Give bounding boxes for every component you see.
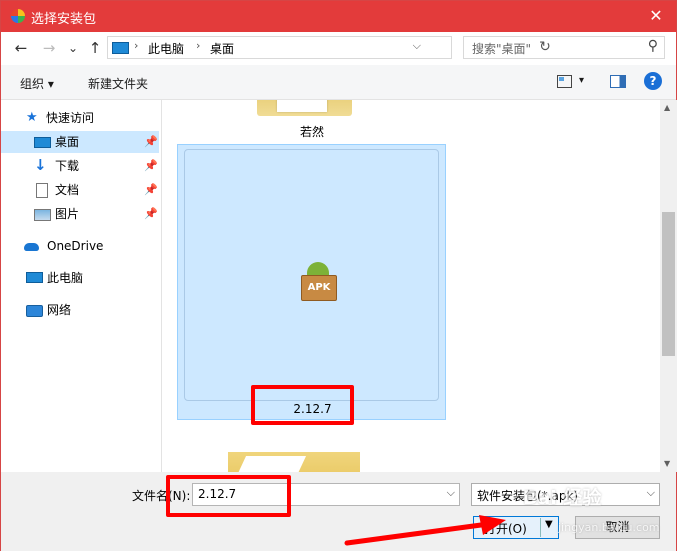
computer-icon	[112, 42, 129, 54]
up-arrow-icon[interactable]: ↑	[85, 38, 105, 58]
search-icon[interactable]: ⚲	[648, 38, 658, 54]
title-bar: 选择安装包 ✕	[1, 1, 676, 32]
sidebar-item-documents[interactable]: 文档 📌	[1, 179, 159, 201]
search-box[interactable]: 搜索"桌面" ⚲	[463, 36, 665, 59]
sidebar-item-label: 桌面	[55, 135, 80, 149]
navigation-bar: ← → ⌄ ↑ › 此电脑 › 桌面 ⌵ ↻ 搜索"桌面" ⚲	[1, 32, 676, 65]
breadcrumb-desktop[interactable]: 桌面	[210, 40, 234, 57]
file-type-dropdown-icon[interactable]: ⌵	[647, 486, 655, 500]
pin-icon[interactable]: 📌	[144, 131, 158, 153]
selected-file-tile[interactable]: APK 2.12.7	[177, 144, 446, 420]
scrollbar-thumb[interactable]	[662, 212, 675, 356]
pin-icon[interactable]: 📌	[144, 179, 158, 201]
recent-locations-chevron-icon[interactable]: ⌄	[63, 38, 83, 58]
star-icon: ★	[26, 110, 38, 125]
scroll-up-icon[interactable]: ▲	[664, 103, 670, 112]
folder-paper	[233, 456, 307, 472]
folder-icon[interactable]	[257, 100, 352, 116]
sidebar-item-onedrive[interactable]: OneDrive	[1, 235, 159, 257]
arrow-annotation	[344, 515, 506, 546]
file-open-dialog: 选择安装包 ✕ ← → ⌄ ↑ › 此电脑 › 桌面 ⌵ ↻ 搜索"桌面" ⚲ …	[0, 0, 677, 551]
search-placeholder: 搜索"桌面"	[472, 42, 532, 56]
view-options-dropdown-icon[interactable]: ▾	[579, 75, 584, 86]
sidebar-item-this-pc[interactable]: 此电脑	[1, 267, 159, 289]
file-list: 若然 APK 2.12.7	[162, 100, 660, 472]
sidebar-item-label: 图片	[55, 207, 80, 221]
preview-pane-icon[interactable]	[610, 75, 626, 88]
change-view-icon[interactable]	[557, 75, 572, 88]
breadcrumb-this-pc[interactable]: 此电脑	[148, 40, 184, 57]
command-toolbar: 组织 ▾ 新建文件夹 ▾ ?	[1, 65, 676, 100]
scroll-down-icon[interactable]: ▼	[664, 459, 670, 468]
sidebar-item-downloads[interactable]: ↓ 下载 📌	[1, 155, 159, 177]
address-bar[interactable]: › 此电脑 › 桌面 ⌵ ↻	[107, 36, 551, 59]
breadcrumb-separator: ›	[134, 39, 139, 52]
android-icon	[307, 262, 329, 276]
sidebar-item-label: 下载	[55, 159, 80, 173]
pictures-icon	[34, 209, 51, 221]
cloud-icon	[24, 243, 39, 251]
folder-icon[interactable]	[228, 452, 360, 472]
pin-icon[interactable]: 📌	[144, 155, 158, 177]
open-options-dropdown-icon[interactable]: ▼	[545, 519, 553, 530]
sidebar-item-desktop[interactable]: 桌面 📌	[1, 131, 159, 153]
apk-file-icon: APK	[299, 262, 337, 302]
navigation-pane: ★ 快速访问 桌面 📌 ↓ 下载 📌 文档 📌 图片 📌 OneDrive 此电…	[1, 100, 162, 472]
split-divider	[540, 518, 541, 537]
breadcrumb-separator: ›	[196, 39, 201, 52]
highlight-box-file	[251, 385, 354, 425]
highlight-box-filename	[166, 475, 291, 517]
dialog-title: 选择安装包	[31, 12, 97, 27]
app-logo-icon	[11, 9, 25, 23]
sidebar-item-pictures[interactable]: 图片 📌	[1, 203, 159, 225]
folder-name[interactable]: 若然	[282, 123, 342, 140]
watermark: Bai 经验	[523, 487, 602, 509]
watermark-url: jingyan.baidu.com	[558, 521, 660, 534]
organize-menu[interactable]: 组织 ▾	[20, 75, 54, 92]
file-thumbnail-frame: APK	[184, 149, 439, 401]
desktop-icon	[34, 137, 51, 148]
sidebar-item-label: OneDrive	[47, 239, 104, 253]
back-arrow-icon[interactable]: ←	[11, 38, 31, 58]
sidebar-item-label: 文档	[55, 183, 80, 197]
document-icon	[36, 183, 48, 198]
sidebar-item-label: 此电脑	[47, 271, 84, 285]
apk-box-label: APK	[301, 275, 337, 301]
computer-icon	[26, 272, 43, 283]
help-icon[interactable]: ?	[644, 72, 662, 90]
sidebar-item-label: 网络	[47, 303, 72, 317]
download-icon: ↓	[34, 156, 47, 174]
close-button[interactable]: ✕	[636, 1, 676, 32]
sidebar-item-network[interactable]: 网络	[1, 299, 159, 321]
file-name-dropdown-icon[interactable]: ⌵	[447, 486, 455, 500]
forward-arrow-icon[interactable]: →	[39, 38, 59, 58]
folder-paper	[277, 100, 327, 112]
vertical-scrollbar[interactable]: ▲ ▼	[660, 100, 677, 472]
address-dropdown-icon[interactable]: ⌵	[413, 39, 421, 53]
network-icon	[26, 305, 43, 317]
pin-icon[interactable]: 📌	[144, 203, 158, 225]
new-folder-button[interactable]: 新建文件夹	[88, 75, 148, 92]
sidebar-item-quick-access[interactable]: ★ 快速访问	[1, 107, 159, 129]
sidebar-item-label: 快速访问	[46, 111, 95, 125]
